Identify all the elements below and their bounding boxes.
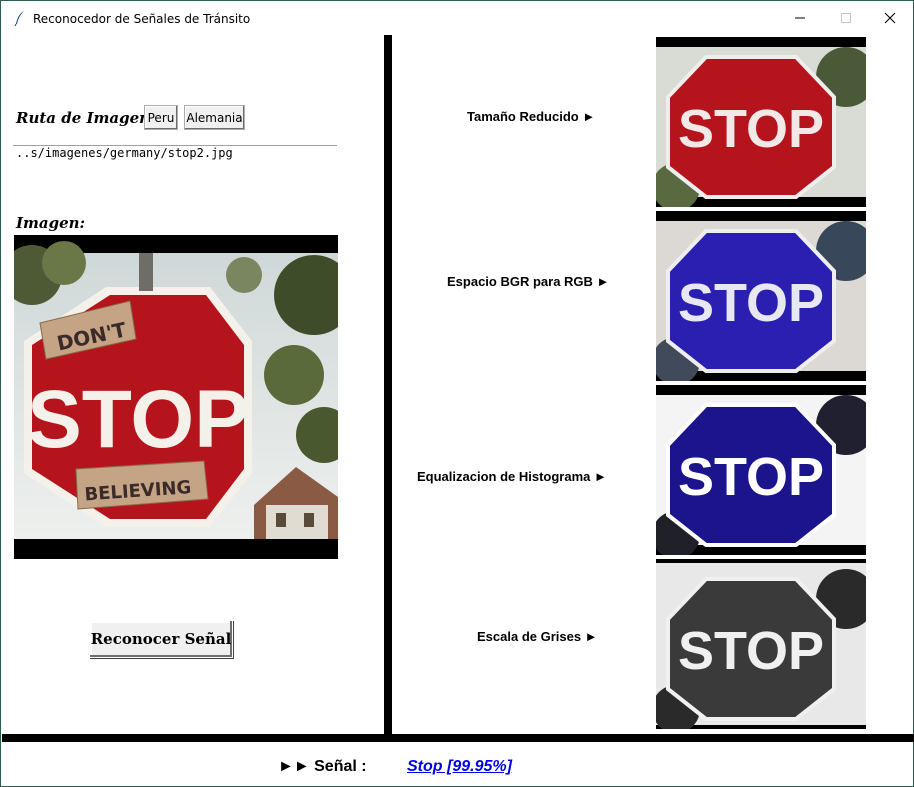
svg-text:STOP: STOP [678,99,824,159]
title-bar: Reconocedor de Señales de Tránsito [1,1,913,35]
thumb-grayscale: STOP [656,559,866,729]
stop-text: STOP [27,374,249,465]
alemania-button[interactable]: Alemania [184,105,245,130]
step-label-reduced: Tamaño Reducido ► [467,109,596,124]
svg-text:STOP: STOP [678,621,824,681]
svg-text:STOP: STOP [678,447,824,507]
image-path-value: ..s/imagenes/germany/stop2.jpg [16,146,233,160]
peru-button[interactable]: Peru [144,105,178,130]
signal-result-link[interactable]: Stop [99.95%] [407,758,512,776]
vertical-divider [384,35,392,737]
stop-sign-photo: DON'T STOP BELIEVING [14,241,338,539]
step-label-histogram: Equalizacion de Histograma ► [417,469,607,484]
maximize-icon [841,13,851,23]
horizontal-divider [2,734,914,742]
signal-label: ►► Señal : [278,758,367,775]
close-icon [884,12,896,24]
feather-icon [14,11,24,26]
step-label-grayscale: Escala de Grises ► [477,629,598,644]
input-image: DON'T STOP BELIEVING [14,235,338,559]
image-path-input[interactable]: ..s/imagenes/germany/stop2.jpg [13,145,337,165]
recognize-button[interactable]: Reconocer Señal [89,620,233,658]
app-window: Reconocedor de Señales de Tránsito Ruta … [0,0,914,787]
window-title: Reconocedor de Señales de Tránsito [33,12,251,26]
path-label: Ruta de Imagen: [16,109,156,127]
maximize-button[interactable] [823,1,869,35]
minimize-icon [795,17,805,19]
thumb-reduced: STOP [656,37,866,207]
step-label-bgr-rgb: Espacio BGR para RGB ► [447,274,610,289]
thumb-bgr-rgb: STOP [656,211,866,381]
thumb-histogram: STOP [656,385,866,555]
close-button[interactable] [867,1,913,35]
image-label: Imagen: [16,214,86,232]
minimize-button[interactable] [777,1,823,35]
svg-text:STOP: STOP [678,273,824,333]
